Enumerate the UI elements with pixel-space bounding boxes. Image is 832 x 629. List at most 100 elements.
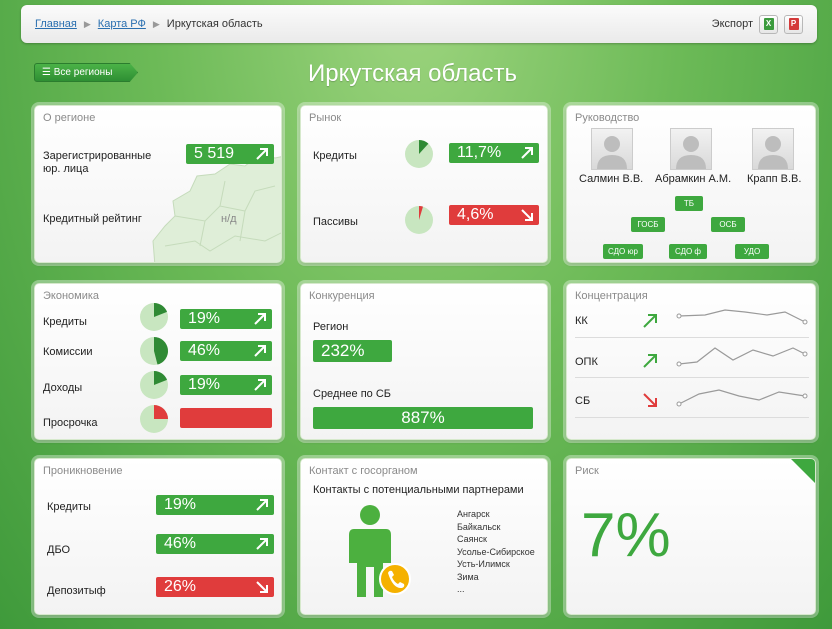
market-liabilities-pie bbox=[405, 206, 433, 234]
city-item[interactable]: Байкальск bbox=[457, 521, 535, 534]
card-title: Рынок bbox=[309, 112, 342, 124]
gov-contact-subtitle: Контакты с потенциальными партнерами bbox=[313, 484, 524, 496]
economy-row-label: Доходы bbox=[43, 382, 83, 394]
trend-up-icon bbox=[256, 538, 268, 550]
competition-region-label: Регион bbox=[313, 321, 349, 333]
trend-up-icon bbox=[521, 147, 533, 159]
cities-list: Ангарск Байкальск Саянск Усолье-Сибирско… bbox=[457, 508, 535, 596]
card-management[interactable]: Руководство Салмин В.В. Абрамкин А.М. Кр… bbox=[566, 105, 816, 263]
penetration-dbo-value-text: 46% bbox=[164, 535, 197, 552]
tag-osb[interactable]: ОСБ bbox=[711, 217, 745, 232]
card-title: Проникновение bbox=[43, 465, 123, 477]
export-pdf-button[interactable]: P bbox=[784, 14, 803, 34]
export-excel-button[interactable]: X bbox=[759, 14, 778, 34]
sparkline bbox=[676, 309, 808, 325]
city-item[interactable]: Усолье-Сибирское bbox=[457, 546, 535, 559]
sparkline bbox=[676, 347, 808, 367]
trend-down-icon bbox=[643, 393, 657, 407]
card-risk[interactable]: Риск 7% bbox=[566, 458, 816, 615]
penetration-row-label: Депозитыф bbox=[47, 585, 106, 597]
trend-up-icon bbox=[256, 148, 268, 160]
export-label: Экспорт bbox=[711, 18, 753, 30]
economy-row-label: Просрочка bbox=[43, 417, 98, 429]
city-item[interactable]: Саянск bbox=[457, 533, 535, 546]
economy-row-label: Комиссии bbox=[43, 346, 93, 358]
tag-sdo-yur[interactable]: СДО юр bbox=[603, 244, 643, 259]
trend-down-icon bbox=[256, 581, 268, 593]
person-photo-1[interactable] bbox=[591, 128, 633, 170]
registered-value-text: 5 519 bbox=[194, 145, 235, 162]
card-competition[interactable]: Конкуренция Регион 232% Среднее по СБ 88… bbox=[300, 283, 548, 440]
market-credits-label: Кредиты bbox=[313, 150, 357, 162]
economy-overdue-pie bbox=[140, 405, 168, 433]
economy-commissions-value-text: 46% bbox=[188, 342, 221, 359]
trend-up-icon bbox=[254, 345, 266, 357]
concentration-row-label: ОПК bbox=[575, 356, 598, 368]
breadcrumb-map[interactable]: Карта РФ bbox=[98, 18, 146, 30]
economy-row-label: Кредиты bbox=[43, 316, 87, 328]
rating-value: н/д bbox=[221, 213, 237, 225]
page-title: Иркутская область bbox=[308, 60, 517, 87]
penetration-deposits-value: 26% bbox=[156, 577, 274, 597]
trend-up-icon bbox=[643, 354, 657, 368]
trend-down-icon bbox=[521, 209, 533, 221]
concentration-row-label: СБ bbox=[575, 395, 591, 407]
card-title: Риск bbox=[575, 465, 599, 477]
penetration-credits-value-text: 19% bbox=[164, 496, 197, 513]
competition-avg-label: Среднее по СБ bbox=[313, 388, 392, 400]
sparkline bbox=[676, 389, 808, 407]
risk-value: 7% bbox=[581, 501, 671, 570]
row-divider bbox=[575, 417, 809, 418]
penetration-deposits-value-text: 26% bbox=[164, 578, 197, 595]
card-title: О регионе bbox=[43, 112, 96, 124]
city-item[interactable]: Ангарск bbox=[457, 508, 535, 521]
user-icon bbox=[676, 136, 706, 169]
competition-avg-value: 887% bbox=[313, 407, 533, 429]
city-item[interactable]: Зима bbox=[457, 571, 535, 584]
breadcrumb-home[interactable]: Главная bbox=[35, 18, 77, 30]
card-about-region[interactable]: О регионе Зарегистрированные юр. лица 5 … bbox=[34, 105, 282, 263]
market-credits-value-text: 11,7% bbox=[457, 144, 502, 161]
person-photo-2[interactable] bbox=[670, 128, 712, 170]
person-photo-3[interactable] bbox=[752, 128, 794, 170]
economy-overdue-value bbox=[180, 408, 272, 428]
export-group: Экспорт X P bbox=[711, 14, 803, 34]
person-name-2: Абрамкин А.М. bbox=[655, 173, 732, 185]
card-concentration[interactable]: Концентрация КК ОПК СБ bbox=[566, 283, 816, 440]
row-divider bbox=[575, 337, 809, 338]
tag-sdo-f[interactable]: СДО ф bbox=[669, 244, 707, 259]
card-penetration[interactable]: Проникновение Кредиты 19% ДБО 46% Депози… bbox=[34, 458, 282, 615]
all-regions-button[interactable]: ☰ Все регионы bbox=[34, 63, 138, 82]
market-credits-value: 11,7% bbox=[449, 143, 539, 163]
market-liabilities-label: Пассивы bbox=[313, 216, 358, 228]
card-title: Руководство bbox=[575, 112, 640, 124]
pdf-icon: P bbox=[788, 18, 799, 30]
economy-income-value: 19% bbox=[180, 375, 272, 395]
card-market[interactable]: Рынок Кредиты 11,7% Пассивы 4,6% bbox=[300, 105, 548, 263]
city-item[interactable]: Усть-Илимск bbox=[457, 558, 535, 571]
market-liabilities-value: 4,6% bbox=[449, 205, 539, 225]
tag-tb[interactable]: ТБ bbox=[675, 196, 703, 211]
user-icon bbox=[758, 136, 788, 169]
card-gov-contact[interactable]: Контакт с госорганом Контакты с потенциа… bbox=[300, 458, 548, 615]
registered-value: 5 519 bbox=[186, 144, 274, 164]
trend-up-icon bbox=[256, 499, 268, 511]
breadcrumb-separator-icon: ▶ bbox=[152, 18, 160, 29]
rating-label: Кредитный рейтинг bbox=[43, 213, 142, 225]
economy-income-pie bbox=[140, 371, 168, 399]
card-economy[interactable]: Экономика Кредиты 19% Комиссии 46% Доход… bbox=[34, 283, 282, 440]
economy-credits-pie bbox=[140, 303, 168, 331]
excel-icon: X bbox=[763, 18, 774, 30]
row-divider bbox=[575, 377, 809, 378]
tag-gosb[interactable]: ГОСБ bbox=[631, 217, 665, 232]
person-name-3: Крапп В.В. bbox=[747, 173, 802, 185]
economy-commissions-value: 46% bbox=[180, 341, 272, 361]
card-title: Концентрация bbox=[575, 290, 648, 302]
concentration-row-label: КК bbox=[575, 315, 588, 327]
person-name-1: Салмин В.В. bbox=[579, 173, 644, 185]
penetration-row-label: ДБО bbox=[47, 544, 71, 556]
market-liabilities-value-text: 4,6% bbox=[457, 206, 494, 223]
tag-udo[interactable]: УДО bbox=[735, 244, 769, 259]
city-item-more[interactable]: ... bbox=[457, 583, 535, 596]
breadcrumb-current: Иркутская область bbox=[166, 18, 263, 30]
